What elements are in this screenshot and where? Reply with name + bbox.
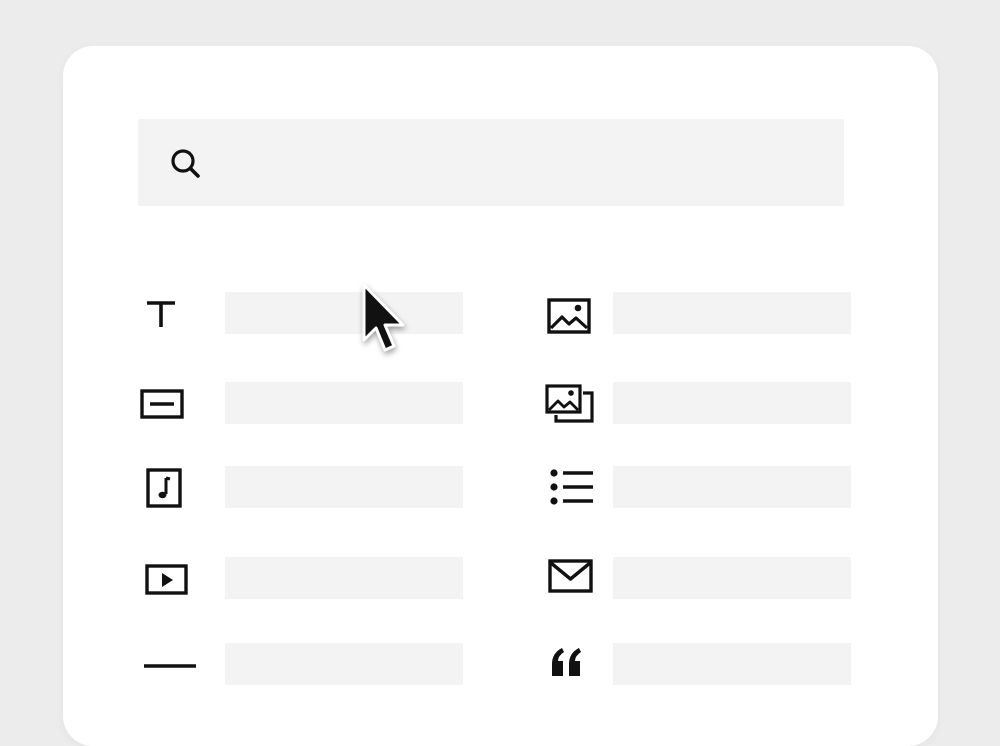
audio-icon — [138, 465, 188, 509]
block-item-text[interactable] — [138, 291, 468, 335]
block-item-label — [225, 466, 463, 508]
block-item-image[interactable] — [526, 291, 856, 335]
block-item-gallery[interactable] — [526, 381, 856, 425]
block-item-label — [613, 382, 851, 424]
block-item-label — [225, 557, 463, 599]
block-item-label — [225, 292, 463, 334]
search-icon — [165, 143, 205, 183]
block-item-video[interactable] — [138, 556, 468, 600]
list-icon — [526, 465, 593, 509]
email-icon — [526, 556, 593, 600]
block-item-label — [225, 382, 463, 424]
block-item-divider[interactable] — [138, 642, 468, 686]
button-icon — [138, 381, 188, 425]
block-item-label — [225, 643, 463, 685]
search-input[interactable] — [208, 119, 832, 208]
block-item-label — [613, 643, 851, 685]
quote-icon — [526, 642, 581, 686]
block-item-label — [613, 466, 851, 508]
divider-icon — [138, 642, 196, 686]
text-icon — [138, 291, 188, 335]
gallery-icon — [526, 381, 594, 425]
block-item-quote[interactable] — [526, 642, 856, 686]
image-icon — [526, 291, 591, 335]
block-item-button[interactable] — [138, 381, 468, 425]
search-box[interactable] — [138, 119, 844, 208]
block-item-list[interactable] — [526, 465, 856, 509]
block-item-label — [613, 292, 851, 334]
block-item-audio[interactable] — [138, 465, 468, 509]
video-icon — [138, 556, 188, 600]
block-item-label — [613, 557, 851, 599]
block-item-email[interactable] — [526, 556, 856, 600]
